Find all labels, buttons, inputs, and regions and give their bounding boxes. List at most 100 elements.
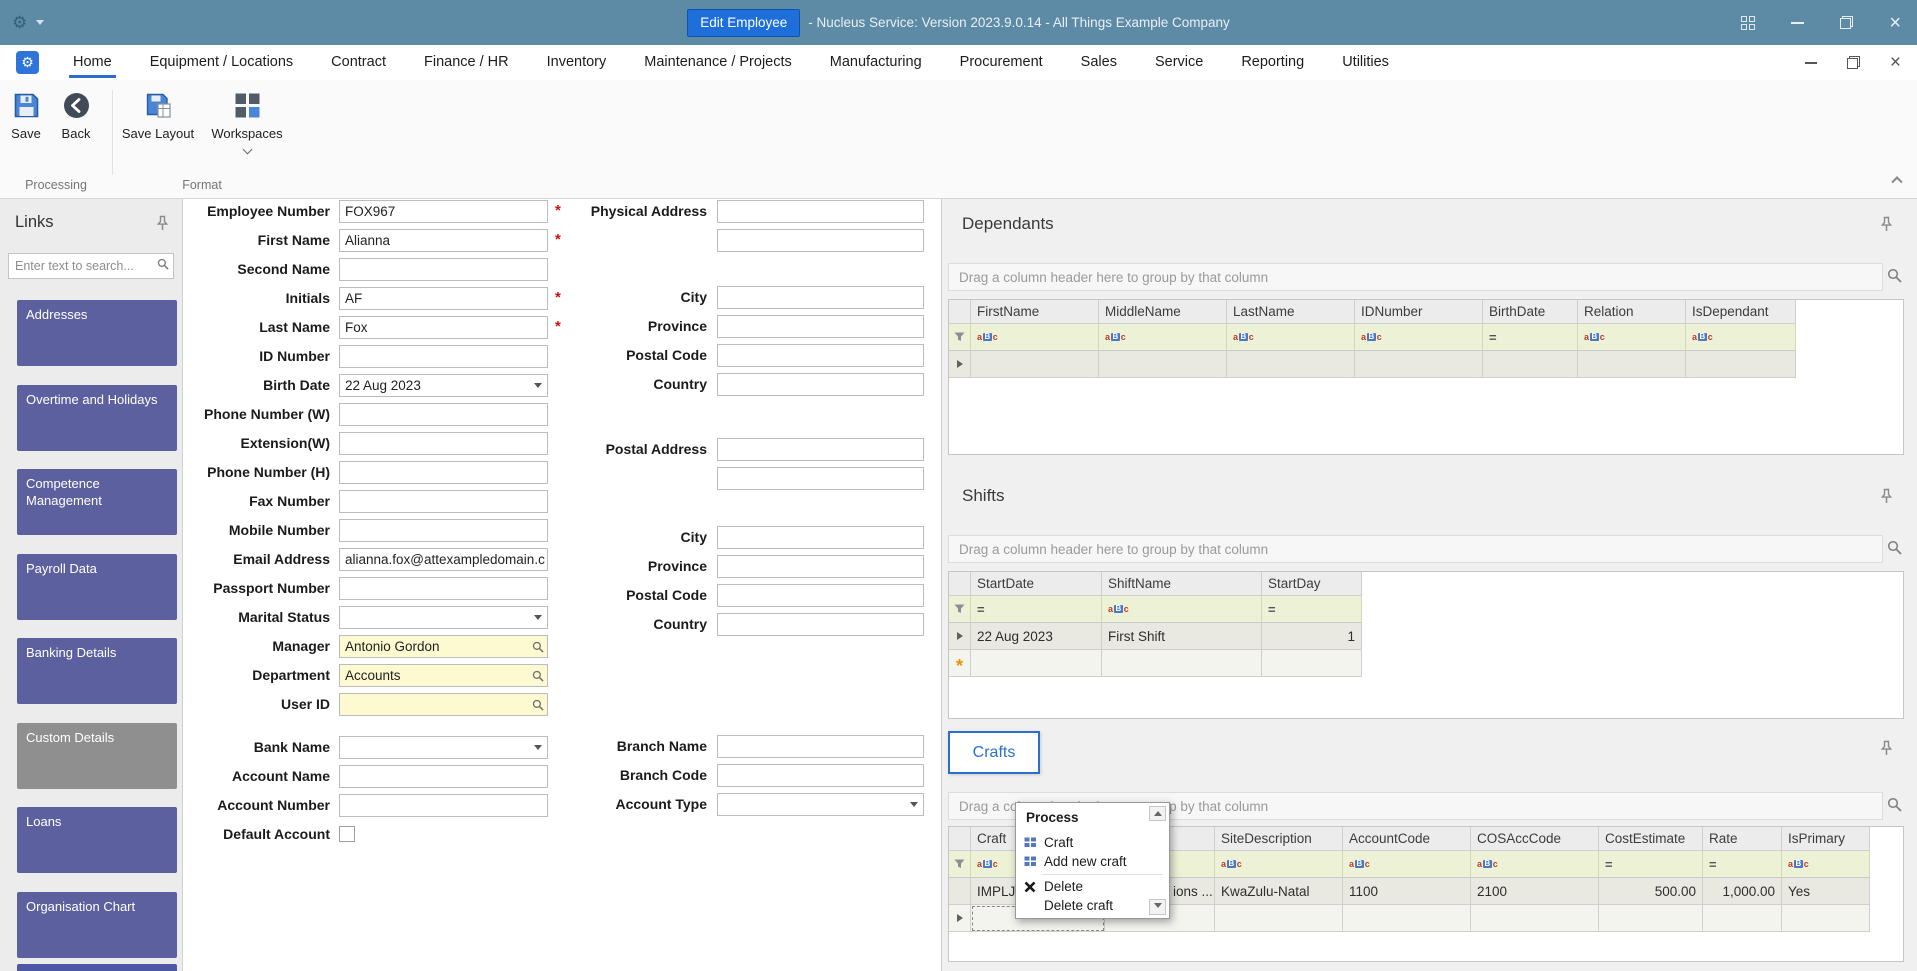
field-department[interactable]: Accounts [339,664,548,687]
grid-cell[interactable] [1782,905,1870,932]
column-header-rate[interactable]: Rate [1703,827,1782,851]
menu-item-delete[interactable]: Delete [1016,877,1169,896]
save-button[interactable]: Save [2,87,50,141]
dependants-pin-icon[interactable] [1880,216,1893,237]
field-phone-number-w[interactable] [339,403,548,426]
field-second-name[interactable] [339,258,548,281]
grid-cell[interactable] [1099,351,1227,378]
crafts-pin-icon[interactable] [1880,740,1893,761]
grid-cell[interactable]: 1 [1262,623,1362,650]
tab-equipment-locations[interactable]: Equipment / Locations [131,45,312,80]
grid-cell[interactable] [1262,650,1362,677]
tab-contract[interactable]: Contract [312,45,405,80]
minimize-icon[interactable] [1791,21,1805,24]
ribbon-options-icon[interactable] [1741,15,1756,30]
tab-home[interactable]: Home [54,45,131,80]
link-loans[interactable]: Loans [17,807,177,873]
column-header-accountcode[interactable]: AccountCode [1343,827,1471,851]
filter-cell-rate[interactable]: = [1703,851,1782,878]
grid-cell[interactable] [1578,351,1686,378]
document-tab[interactable]: Edit Employee [687,8,801,37]
filter-cell-accountcode[interactable]: aBc [1343,851,1471,878]
field-city[interactable] [717,525,924,549]
tab-procurement[interactable]: Procurement [941,45,1062,80]
grid-cell[interactable] [1703,905,1782,932]
close-icon[interactable]: × [1889,13,1901,33]
grid-cell[interactable]: 500.00 [1599,878,1703,905]
workspaces-dropdown-icon[interactable] [204,141,290,156]
column-header-costestimate[interactable]: CostEstimate [1599,827,1703,851]
grid-row[interactable] [949,351,1796,378]
tab-manufacturing[interactable]: Manufacturing [811,45,941,80]
workspaces-button[interactable]: Workspaces [204,87,290,156]
child-minimize-icon[interactable] [1804,61,1817,64]
tab-utilities[interactable]: Utilities [1323,45,1408,80]
grid-cell[interactable]: 2100 [1471,878,1599,905]
filter-cell-startdate[interactable]: = [971,596,1102,623]
grid-cell[interactable]: KwaZulu-Natal [1215,878,1343,905]
grid-cell[interactable]: First Shift [1102,623,1262,650]
grid-cell[interactable]: 1,000.00 [1703,878,1782,905]
link-competence-management[interactable]: Competence Management [17,469,177,535]
column-header-relation[interactable]: Relation [1578,300,1686,324]
shifts-search-icon[interactable] [1887,540,1902,560]
column-header-idnumber[interactable]: IDNumber [1355,300,1483,324]
column-header-firstname[interactable]: FirstName [971,300,1099,324]
filter-cell-idnumber[interactable]: aBc [1355,324,1483,351]
lookup-search-icon[interactable] [529,694,547,715]
grid-cell[interactable] [971,351,1099,378]
tab-service[interactable]: Service [1136,45,1222,80]
link-payroll-data[interactable]: Payroll Data [17,553,177,620]
column-header-shiftname[interactable]: ShiftName [1102,572,1262,596]
grid-row[interactable]: 22 Aug 2023 First Shift 1 [949,623,1362,650]
links-search-input[interactable] [9,259,157,273]
field-physical-address[interactable] [717,200,924,223]
field-manager[interactable]: Antonio Gordon [339,635,548,658]
grid-cell[interactable]: 22 Aug 2023 [971,623,1102,650]
field-branch-name[interactable] [717,734,924,758]
tab-reporting[interactable]: Reporting [1222,45,1323,80]
column-header-isprimary[interactable]: IsPrimary [1782,827,1870,851]
field-branch-code[interactable] [717,763,924,787]
tab-inventory[interactable]: Inventory [528,45,626,80]
field-postal-address[interactable] [717,437,924,461]
filter-cell-isdependant[interactable]: aBc [1686,324,1796,351]
column-header-lastname[interactable]: LastName [1227,300,1355,324]
tab-maintenance-projects[interactable]: Maintenance / Projects [625,45,811,80]
crafts-panel-title[interactable]: Crafts [948,731,1040,774]
filter-cell-firstname[interactable]: aBc [971,324,1099,351]
lookup-search-icon[interactable] [529,665,547,686]
scroll-up-icon[interactable] [1149,806,1166,821]
checkbox-default-account[interactable] [339,826,355,842]
grid-cell[interactable] [1686,351,1796,378]
field-country[interactable] [717,612,924,636]
grid-cell[interactable] [1483,351,1578,378]
column-header-middlename[interactable]: MiddleName [1099,300,1227,324]
dependants-group-hint[interactable]: Drag a column header here to group by th… [948,263,1883,291]
field-province[interactable] [717,554,924,578]
field-postal-code[interactable] [717,343,924,367]
grid-cell[interactable]: Yes [1782,878,1870,905]
field-fax-number[interactable] [339,490,548,513]
tab-sales[interactable]: Sales [1062,45,1136,80]
field-account-type[interactable] [717,792,924,816]
collapse-ribbon-icon[interactable] [1891,170,1903,188]
filter-cell-startday[interactable]: = [1262,596,1362,623]
field-province[interactable] [717,314,924,338]
links-search-icon[interactable] [157,257,169,275]
dropdown-caret-icon[interactable] [905,794,923,815]
field-address-line[interactable] [717,466,924,490]
menu-item-delete-craft[interactable]: Delete craft [1016,896,1169,915]
column-header-startdate[interactable]: StartDate [971,572,1102,596]
filter-cell-shiftname[interactable]: aBc [1102,596,1262,623]
field-postal-code[interactable] [717,583,924,607]
filter-cell-isprimary[interactable]: aBc [1782,851,1870,878]
lookup-search-icon[interactable] [529,636,547,657]
crafts-search-icon[interactable] [1887,797,1902,817]
shifts-pin-icon[interactable] [1880,488,1893,509]
grid-cell[interactable] [1102,650,1262,677]
save-layout-button[interactable]: Save Layout [120,87,196,141]
link-addresses[interactable]: Addresses [17,300,177,366]
filter-cell-birthdate[interactable]: = [1483,324,1578,351]
link-overtime-and-holidays[interactable]: Overtime and Holidays [17,384,177,451]
